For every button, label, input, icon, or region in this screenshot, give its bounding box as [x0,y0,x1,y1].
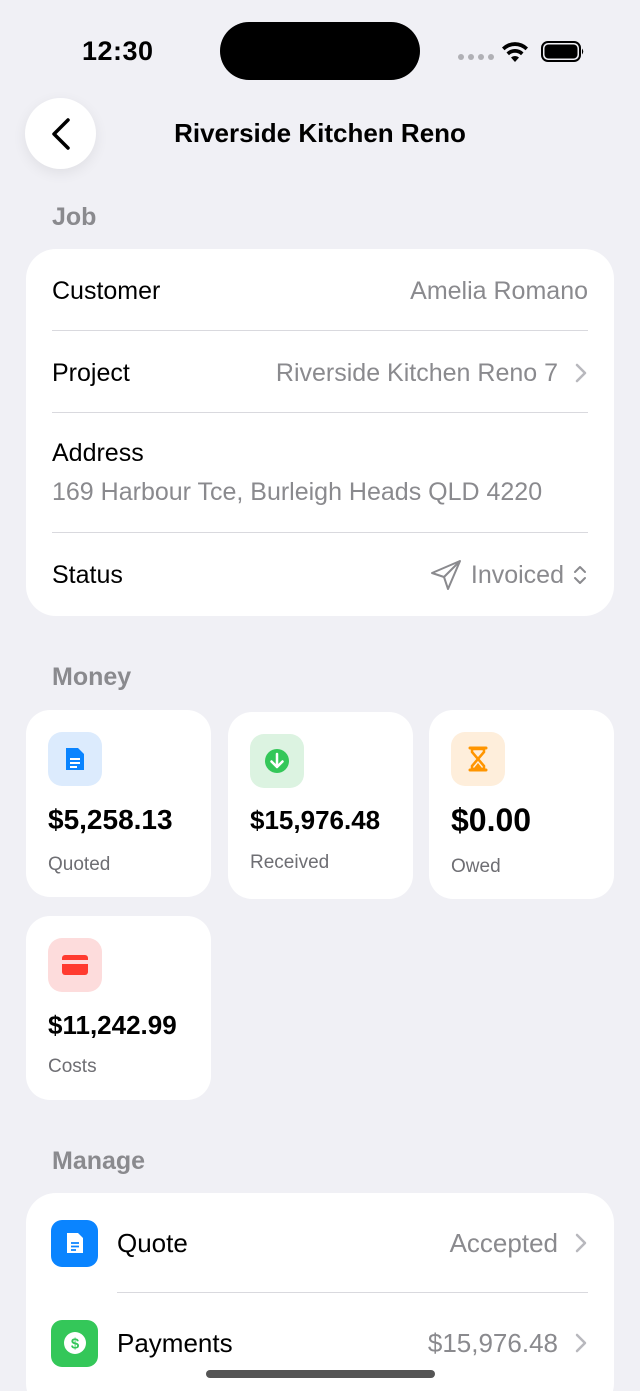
chevron-right-icon [575,1233,587,1253]
money-label: Owed [451,856,501,877]
manage-row-quote[interactable]: Quote Accepted [26,1193,614,1293]
status-row[interactable]: Status Invoiced [52,559,588,591]
paper-plane-icon [430,560,461,590]
divider [52,412,588,413]
cellular-signal-icon [458,54,494,60]
chevron-up-down-icon [574,566,586,584]
manage-row-value: Accepted [449,1227,558,1258]
section-manage-label: Manage [52,1147,146,1175]
chevron-right-icon [575,1333,587,1353]
battery-icon [541,41,584,62]
manage-row-label: Quote [117,1227,188,1258]
money-label: Costs [48,1056,97,1077]
money-amount: $0.00 [451,802,532,838]
status-time: 12:30 [82,36,154,66]
money-label: Quoted [48,854,111,875]
manage-row-label: Payments [117,1327,233,1358]
divider [52,532,588,533]
money-card-owed[interactable]: $0.00 Owed [429,710,614,899]
address-value: 169 Harbour Tce, Burleigh Heads QLD 4220 [52,478,543,506]
chevron-right-icon [575,363,587,383]
address-label: Address [52,439,144,467]
home-indicator[interactable] [206,1370,435,1378]
dollar-circle-icon: $ [51,1319,98,1367]
money-label: Received [250,852,330,873]
money-amount: $15,976.48 [250,805,381,835]
credit-card-icon [48,938,102,992]
money-card-costs[interactable]: $11,242.99 Costs [26,916,211,1100]
section-money-label: Money [52,663,132,691]
job-card: Customer Amelia Romano Project Riverside… [26,249,614,616]
project-label: Project [52,358,130,387]
manage-card: Quote Accepted $ Payments $15,976.48 [26,1193,614,1391]
money-card-quoted[interactable]: $5,258.13 Quoted [26,710,211,897]
money-card-received[interactable]: $15,976.48 Received [228,712,413,899]
document-icon [48,732,102,786]
section-job-label: Job [52,203,97,231]
status-value: Invoiced [470,560,564,589]
dynamic-island [220,22,420,80]
customer-label: Customer [52,276,161,305]
divider [52,330,588,331]
customer-row: Customer Amelia Romano [52,275,588,307]
hourglass-icon [451,732,505,786]
page-title: Riverside Kitchen Reno [174,118,466,148]
project-row[interactable]: Project Riverside Kitchen Reno 7 [52,357,588,389]
manage-row-value: $15,976.48 [427,1327,558,1358]
wifi-icon [502,42,528,62]
project-value: Riverside Kitchen Reno 7 [275,358,558,387]
status-label: Status [52,560,123,589]
money-amount: $5,258.13 [48,804,173,835]
customer-value: Amelia Romano [410,276,588,305]
money-amount: $11,242.99 [48,1010,177,1040]
document-icon [51,1219,98,1267]
svg-text:$: $ [70,1336,79,1353]
arrow-down-circle-icon [250,734,304,788]
